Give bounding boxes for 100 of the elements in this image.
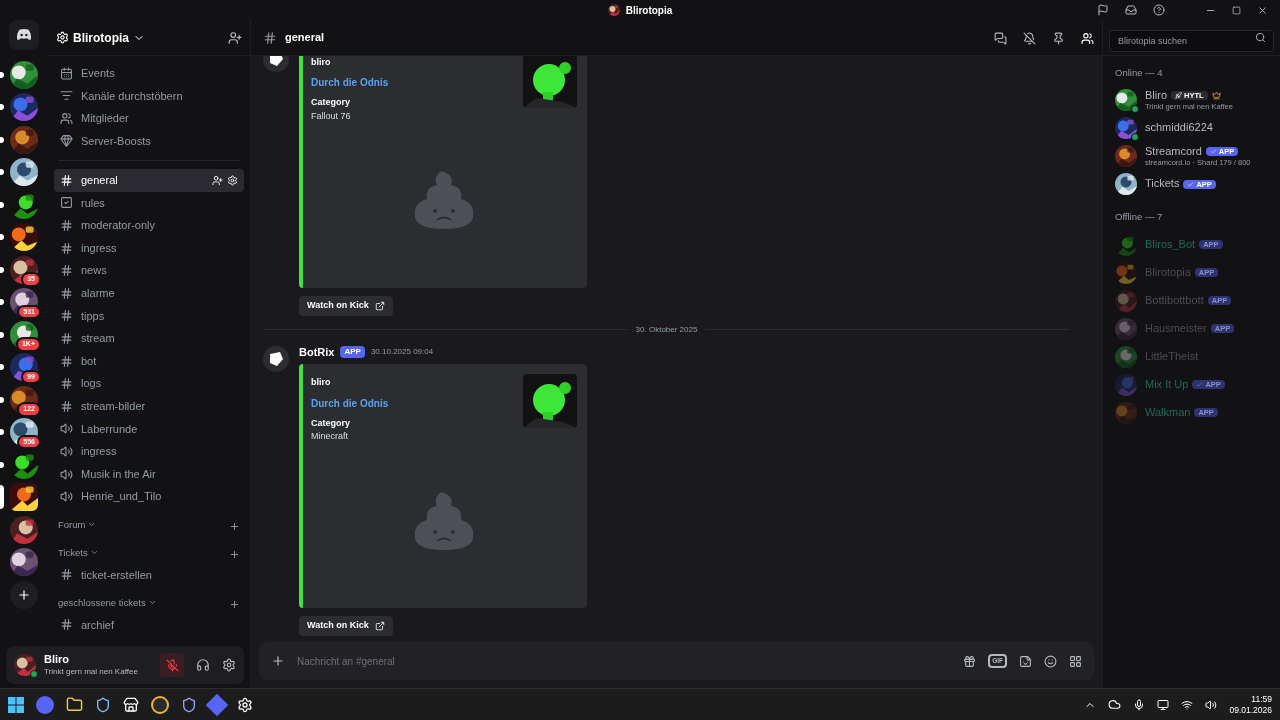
sticker-icon[interactable] [1019, 654, 1032, 668]
category-header[interactable]: Forum [58, 517, 97, 532]
member-name: Bliros_Bot [1145, 237, 1196, 252]
embed-title[interactable]: Durch die Odnis [311, 395, 389, 411]
member-name: Mix It Up [1145, 377, 1189, 392]
channel-item[interactable]: news [54, 259, 244, 282]
inbox-icon[interactable] [1125, 4, 1137, 16]
mic-icon[interactable] [1133, 698, 1146, 711]
speaker-icon [60, 444, 73, 458]
channel-item[interactable]: ingress [54, 236, 244, 260]
watch-button[interactable]: Watch on Kick [299, 616, 393, 636]
help-icon[interactable] [1153, 4, 1165, 16]
member-name: LittleTheist [1145, 349, 1199, 364]
hash-icon [263, 30, 277, 45]
rocket-icon [1175, 92, 1182, 100]
nav-item[interactable]: Kanäle durchstöbern [54, 84, 244, 107]
channel-item[interactable]: Laberrunde [54, 417, 244, 441]
server-menu[interactable]: Blirotopia [56, 28, 145, 47]
check-icon [1187, 180, 1195, 188]
window-title: Blirotopia [625, 3, 673, 18]
apps-icon[interactable] [1069, 654, 1082, 668]
add-channel-icon[interactable] [229, 548, 240, 560]
channel-item[interactable]: alarme [54, 281, 244, 305]
speaker-icon [60, 422, 73, 436]
channel-item[interactable]: ingress [54, 440, 244, 463]
channel-item[interactable]: Musik in the Air [54, 462, 244, 486]
settings-icon[interactable] [222, 658, 236, 672]
add-server-button[interactable] [10, 580, 38, 609]
mute-button[interactable] [160, 653, 184, 677]
member-name: Bliro [1145, 88, 1167, 103]
app-taskbar-icon[interactable] [151, 695, 169, 714]
member-item[interactable]: schmiddi6224 [1111, 114, 1272, 143]
channel-item[interactable]: rules [54, 191, 244, 215]
hash-icon [60, 331, 73, 345]
channel-item[interactable]: stream-bilder [54, 394, 244, 418]
channel-item[interactable]: ticket-erstellen [54, 563, 244, 586]
add-channel-icon[interactable] [229, 520, 240, 532]
wifi-icon[interactable] [1181, 698, 1194, 711]
channel-item[interactable]: general [54, 169, 244, 192]
channel-title: general [285, 30, 325, 46]
cloud-icon[interactable] [1108, 698, 1122, 711]
home-button[interactable] [9, 20, 39, 50]
shield-icon[interactable] [95, 696, 111, 713]
close-icon[interactable] [1257, 4, 1268, 16]
group-header: Offline — 7 [1114, 210, 1164, 225]
speaker-icon [60, 490, 73, 504]
add-icon[interactable] [271, 654, 285, 668]
members-icon[interactable] [1081, 31, 1094, 45]
search-field[interactable]: Blirotopia suchen [1109, 29, 1274, 52]
flag-icon[interactable] [1097, 4, 1109, 16]
watch-button[interactable]: Watch on Kick [299, 295, 393, 316]
channel-item[interactable]: tipps [54, 304, 244, 328]
user-status: Trinkt gern mal nen Kaffee [44, 666, 138, 677]
nav-item[interactable]: Server-Boosts [54, 129, 244, 152]
bell-off-icon[interactable] [1023, 31, 1036, 45]
field-value: Minecraft [311, 430, 349, 443]
plus-icon [17, 587, 31, 602]
channel-item[interactable]: moderator-only [54, 214, 244, 237]
channel-item[interactable]: bot [54, 349, 244, 373]
checkbox-icon [60, 196, 73, 210]
headphones-icon[interactable] [196, 658, 210, 672]
shield-icon[interactable] [181, 696, 197, 713]
category-header[interactable]: Tickets [58, 545, 99, 560]
members-icon [60, 111, 73, 125]
author-name[interactable]: BotRix [299, 343, 335, 360]
field-name: Category [311, 416, 351, 430]
invite-icon[interactable] [212, 174, 223, 186]
folder-icon[interactable] [66, 696, 83, 713]
field-value: Fallout 76 [311, 109, 352, 123]
windows-logo-icon[interactable] [8, 696, 24, 713]
field-name: Category [311, 96, 351, 109]
embed-title[interactable]: Durch die Odnis [311, 75, 389, 90]
discord-taskbar-icon[interactable] [36, 695, 54, 714]
message-field[interactable]: Nachricht an #general [297, 653, 952, 669]
controller-icon [16, 29, 32, 41]
volume-icon[interactable] [1205, 698, 1218, 711]
app-tag: APP [340, 345, 365, 358]
embed-author: bliro [311, 56, 332, 69]
nav-item[interactable]: Events [54, 62, 244, 85]
gift-icon[interactable] [963, 654, 977, 668]
date-divider: 30. Oktober 2025 [635, 323, 698, 336]
hash-icon [60, 173, 73, 187]
category-header[interactable]: geschlossene tickets [58, 595, 157, 610]
invite-icon[interactable] [228, 30, 242, 45]
channel-item[interactable]: Henrie_und_Tilo [54, 485, 244, 508]
nav-item[interactable]: Mitglieder [54, 107, 244, 130]
emoji-icon[interactable] [1044, 654, 1057, 668]
add-channel-icon[interactable] [229, 598, 240, 610]
pin-icon[interactable] [1052, 31, 1065, 45]
channel-item[interactable]: archief [54, 613, 244, 636]
maximize-icon[interactable] [1232, 5, 1241, 15]
store-icon[interactable] [123, 696, 139, 713]
external-link-icon [374, 621, 385, 631]
channel-item[interactable]: stream [54, 327, 244, 350]
channel-item[interactable]: logs [54, 372, 244, 395]
server-icon [56, 31, 69, 44]
clock-time: 11:59 [1251, 693, 1272, 705]
threads-icon[interactable] [994, 31, 1007, 45]
display-icon[interactable] [1157, 698, 1170, 711]
hash-icon [60, 309, 73, 323]
